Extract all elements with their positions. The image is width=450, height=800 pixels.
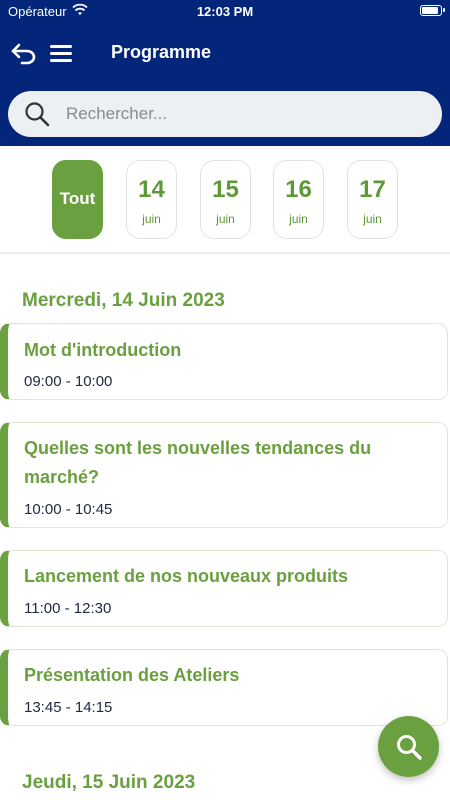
page-title: Programme <box>111 42 212 62</box>
search-input[interactable] <box>66 91 426 137</box>
menu-button[interactable] <box>50 40 76 66</box>
date-filter-17[interactable]: 17 juin <box>347 160 398 239</box>
date-month: juin <box>216 212 235 226</box>
session-card[interactable]: Présentation des Ateliers 13:45 - 14:15 <box>0 649 448 726</box>
date-filter: Tout 14 juin 15 juin 16 juin 17 juin <box>0 146 450 254</box>
session-time: 10:00 - 10:45 <box>24 501 113 518</box>
date-day: 15 <box>212 176 239 203</box>
session-title: Lancement de nos nouveaux produits <box>24 566 349 586</box>
day-heading: Jeudi, 15 Juin 2023 <box>22 772 196 793</box>
date-day: 16 <box>285 176 312 203</box>
session-card[interactable]: Quelles sont les nouvelles tendances du … <box>0 422 448 528</box>
app-header: Opérateur 12:03 PM Programme <box>0 0 450 146</box>
search-icon <box>25 102 50 127</box>
date-filter-16[interactable]: 16 juin <box>273 160 324 239</box>
search-icon <box>396 734 422 760</box>
session-card[interactable]: Lancement de nos nouveaux produits 11:00… <box>0 550 448 627</box>
battery-icon <box>420 5 445 16</box>
session-card[interactable]: Mot d'introduction 09:00 - 10:00 <box>0 323 448 400</box>
session-time: 11:00 - 12:30 <box>24 600 112 617</box>
day-heading: Mercredi, 14 Juin 2023 <box>22 290 225 311</box>
date-filter-all[interactable]: Tout <box>52 160 103 239</box>
undo-arrow-icon <box>11 43 36 65</box>
session-title: Mot d'introduction <box>24 340 182 360</box>
session-time: 09:00 - 10:00 <box>24 373 113 390</box>
search-bar[interactable] <box>8 91 442 137</box>
date-month: juin <box>289 212 308 226</box>
date-day: 14 <box>138 176 165 203</box>
search-fab-button[interactable] <box>378 716 439 777</box>
status-bar: Opérateur 12:03 PM <box>0 0 450 24</box>
session-time: 13:45 - 14:15 <box>24 699 113 716</box>
date-day: 17 <box>359 176 386 203</box>
hamburger-menu-icon <box>50 44 72 48</box>
date-filter-14[interactable]: 14 juin <box>126 160 177 239</box>
status-time: 12:03 PM <box>196 4 254 19</box>
date-month: juin <box>363 212 382 226</box>
date-filter-all-label: Tout <box>59 189 96 208</box>
date-month: juin <box>142 212 161 226</box>
back-button[interactable] <box>8 38 40 68</box>
date-filter-15[interactable]: 15 juin <box>200 160 251 239</box>
session-title: Quelles sont les nouvelles tendances du … <box>24 438 372 487</box>
session-title: Présentation des Ateliers <box>24 665 240 685</box>
